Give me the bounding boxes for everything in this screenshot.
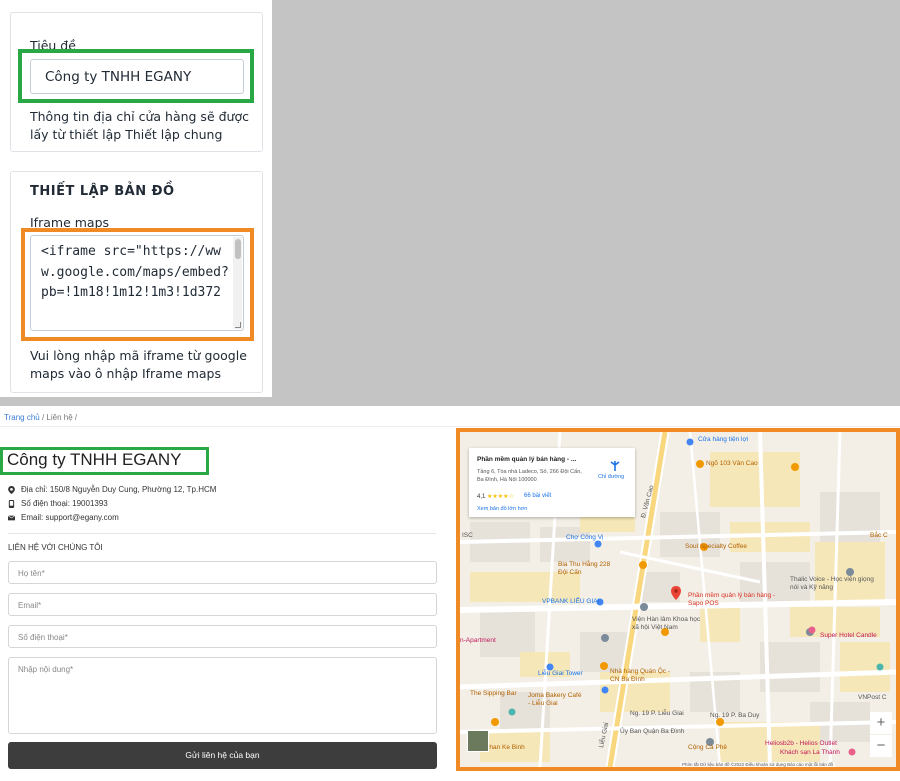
map-label: ISC	[462, 532, 473, 539]
map-label: VPBANK LIỄU GIAI	[542, 598, 600, 605]
map-label: Bia Thu Hằng 228 Đội Cấn	[558, 561, 611, 576]
map-label: Heliosb2b - Helios Outlet	[765, 740, 837, 747]
map-label: Viện Hàn lâm Khoa học xã hội Việt Nam	[632, 616, 701, 631]
iframe-help-text: Vui lòng nhập mã iframe từ google maps v…	[30, 348, 247, 381]
map-label: Ủy Ban Quận Ba Đình	[620, 728, 685, 735]
breadcrumb-divider	[0, 426, 900, 427]
map-label: Cửa hàng tiện lợi	[698, 436, 749, 443]
email-line: Email: support@egany.com	[8, 513, 119, 522]
directions-link[interactable]: Chỉ đường	[598, 474, 624, 480]
map-pin-icon	[8, 485, 15, 494]
name-input[interactable]: Họ tên*	[8, 561, 437, 584]
message-textarea[interactable]: Nhập nội dung*	[8, 657, 437, 734]
rating-value: 4,1	[477, 494, 486, 500]
company-name-heading: Công ty TNHH EGANY	[7, 450, 182, 469]
title-input[interactable]: Công ty TNHH EGANY	[30, 59, 244, 94]
email-input[interactable]: Email*	[8, 593, 437, 616]
breadcrumb-current: Liên hệ	[46, 413, 73, 422]
iframe-maps-textarea[interactable]: <iframe src="https://www.google.com/maps…	[30, 235, 244, 331]
satellite-toggle[interactable]	[467, 730, 489, 752]
resize-grip-icon[interactable]	[235, 322, 241, 328]
section-divider	[8, 533, 436, 534]
map-label: Cộng Cà Phê	[688, 744, 728, 751]
map-label: Ngõ 103 Vân Cao	[706, 460, 758, 467]
rating-stars: ★★★★☆	[487, 494, 514, 500]
map-label: Soul Specialty Coffee	[685, 543, 748, 550]
map-label: The Sipping Bar	[470, 690, 517, 697]
map-label: Ng. 19 P. Liễu Giai	[630, 710, 684, 717]
zoom-out-button[interactable]: −	[870, 735, 892, 757]
larger-map-link[interactable]: Xem bản đồ lớn hơn	[477, 506, 527, 512]
breadcrumb: Trang chủ / Liên hệ /	[4, 413, 77, 422]
title-help-text: Thông tin địa chỉ cửa hàng sẽ được lấy t…	[30, 109, 249, 142]
map-label: n-Apartment	[460, 637, 496, 644]
place-title[interactable]: Phần mềm quản lý bán hàng - ...	[477, 456, 597, 463]
breadcrumb-separator: /	[72, 413, 78, 422]
map-label: Ng. 19 P. Ba Duy	[710, 712, 760, 719]
envelope-icon	[8, 514, 15, 520]
map-label: Bắc C	[870, 532, 888, 539]
map-label: Chợ Công Vị	[566, 534, 604, 541]
map-settings-heading: THIẾT LẬP BẢN ĐỒ	[30, 184, 175, 199]
place-info-card: Phần mềm quản lý bán hàng - ... Tầng 6, …	[469, 448, 635, 517]
phone-line: Số điện thoại: 19001393	[8, 499, 108, 508]
map-label: Thalic Voice - Học viện giọng nói và Kỹ …	[790, 576, 874, 591]
map-label: Liễu Giai Tower	[538, 670, 583, 677]
place-reviews-link[interactable]: 66 bài viết	[524, 493, 551, 499]
map-label: Joma Bakery Café - Liễu Giai	[528, 692, 582, 707]
phone-text: Số điện thoại: 19001393	[21, 499, 108, 508]
map-label: VNPost C	[858, 694, 887, 701]
map-label: Phan Ke Binh	[485, 744, 525, 751]
address-line: Địa chỉ: 150/8 Nguyễn Duy Cung, Phường 1…	[8, 485, 216, 494]
contact-heading: LIÊN HỆ VỚI CHÚNG TÔI	[8, 543, 103, 552]
breadcrumb-home-link[interactable]: Trang chủ	[4, 413, 40, 422]
place-address: Tầng 6, Tòa nhà Ladeco, Số, 266 Đội Cấn,…	[477, 469, 582, 483]
place-rating: 4,1 ★★★★☆	[477, 493, 514, 500]
phone-icon	[8, 499, 15, 508]
marker-label[interactable]: Phần mềm quản lý bán hàng - Sapo POS	[688, 592, 778, 608]
textarea-scroll-thumb[interactable]	[235, 239, 241, 259]
address-text: Địa chỉ: 150/8 Nguyễn Duy Cung, Phường 1…	[21, 485, 217, 494]
submit-contact-button[interactable]: Gửi liên hệ của bạn	[8, 742, 437, 769]
email-text: Email: support@egany.com	[21, 513, 119, 522]
map-label: Super Hotel Candle	[820, 632, 877, 639]
map-label: Nhà hàng Quán Ộc - CN Ba Đình	[610, 668, 670, 683]
iframe-code-text: <iframe src="https://www.google.com/maps…	[41, 244, 229, 300]
phone-input[interactable]: Số điện thoại*	[8, 625, 437, 648]
map-label: Khách sạn La Thành	[780, 749, 840, 756]
zoom-in-button[interactable]: +	[870, 712, 892, 734]
map-footer: Phím tắt Dữ liệu bản đồ ©2022 Điều khoản…	[680, 762, 836, 767]
directions-icon[interactable]	[609, 460, 621, 472]
google-map-embed[interactable]: Phần mềm quản lý bán hàng - ... Tầng 6, …	[456, 428, 900, 771]
